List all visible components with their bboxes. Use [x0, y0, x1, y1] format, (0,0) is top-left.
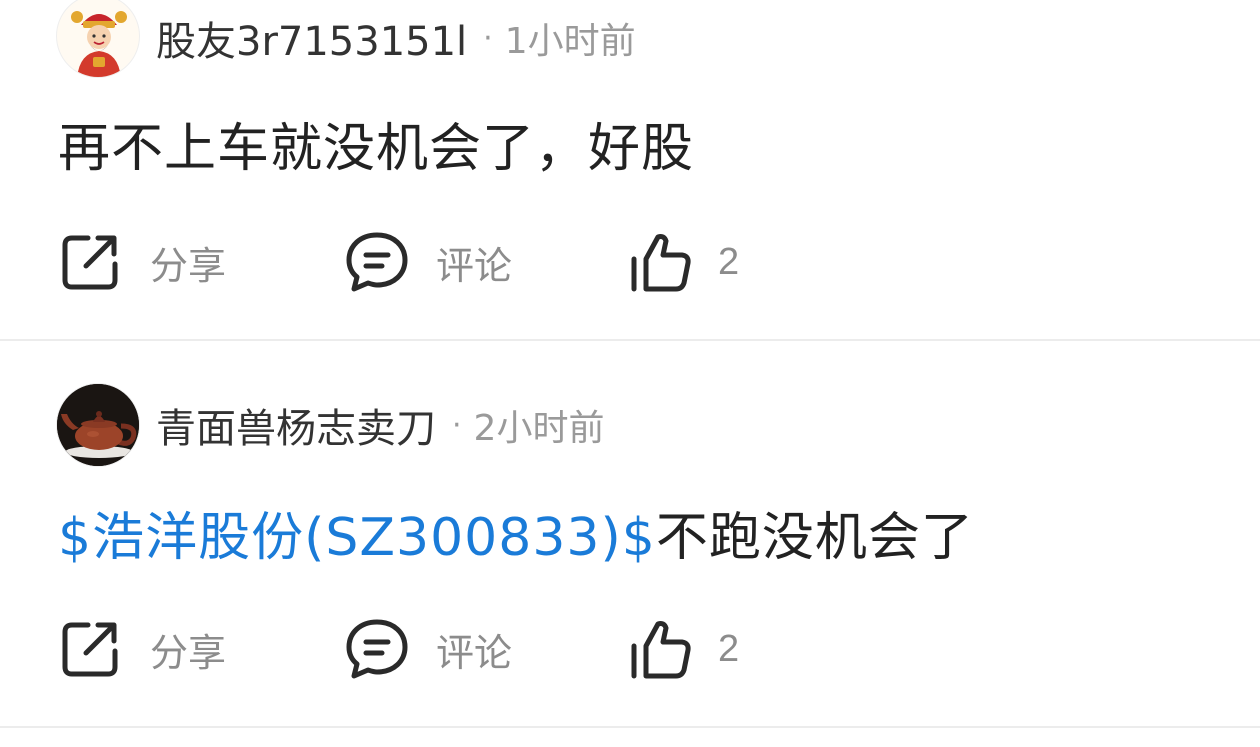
meta-separator: · — [452, 407, 462, 443]
share-icon — [62, 622, 118, 677]
user-line: 青面兽杨志卖刀 · 2小时前 — [156, 395, 604, 455]
comment-icon — [346, 619, 408, 679]
thumbs-up-icon — [631, 234, 691, 292]
share-label: 分享 — [150, 243, 227, 288]
comment-label: 评论 — [436, 630, 513, 675]
share-label: 分享 — [150, 630, 227, 675]
like-button[interactable]: 2 — [628, 226, 739, 298]
comment-icon — [346, 232, 408, 292]
meta-separator: · — [483, 20, 493, 56]
post-card[interactable]: 青面兽杨志卖刀 · 2小时前 $浩洋股份(SZ300833)$不跑没机会了 分享… — [0, 341, 1260, 726]
avatar[interactable] — [56, 383, 140, 467]
stock-link[interactable]: $浩洋股份(SZ300833)$ — [58, 508, 656, 568]
username[interactable]: 股友3r7153151l — [156, 9, 467, 67]
post-text: 再不上车就没机会了，好股 — [58, 119, 695, 179]
like-count: 2 — [718, 627, 740, 670]
share-icon — [62, 235, 118, 290]
username[interactable]: 青面兽杨志卖刀 — [156, 396, 436, 454]
comment-button[interactable]: 评论 — [344, 226, 512, 298]
user-line: 股友3r7153151l · 1小时前 — [156, 8, 636, 68]
post-content[interactable]: 再不上车就没机会了，好股 — [58, 106, 694, 181]
post-time: 2小时前 — [473, 408, 605, 449]
comment-button[interactable]: 评论 — [344, 613, 512, 685]
thumbs-up-icon — [631, 621, 691, 679]
like-button[interactable]: 2 — [628, 613, 739, 685]
avatar[interactable] — [56, 0, 140, 78]
post-content[interactable]: $浩洋股份(SZ300833)$不跑没机会了 — [58, 495, 974, 570]
teapot-avatar-icon — [57, 384, 139, 466]
post-time: 1小时前 — [504, 21, 636, 62]
share-button[interactable]: 分享 — [58, 226, 226, 298]
post-text: 不跑没机会了 — [655, 508, 974, 568]
comment-label: 评论 — [436, 243, 513, 288]
post-card[interactable]: 股友3r7153151l · 1小时前 再不上车就没机会了，好股 分享 评论 2 — [0, 0, 1260, 340]
share-button[interactable]: 分享 — [58, 613, 226, 685]
action-bar: 分享 评论 2 — [0, 613, 1260, 685]
post-divider — [0, 726, 1260, 728]
god-of-wealth-avatar-icon — [71, 11, 127, 77]
like-count: 2 — [718, 240, 740, 283]
action-bar: 分享 评论 2 — [0, 226, 1260, 298]
